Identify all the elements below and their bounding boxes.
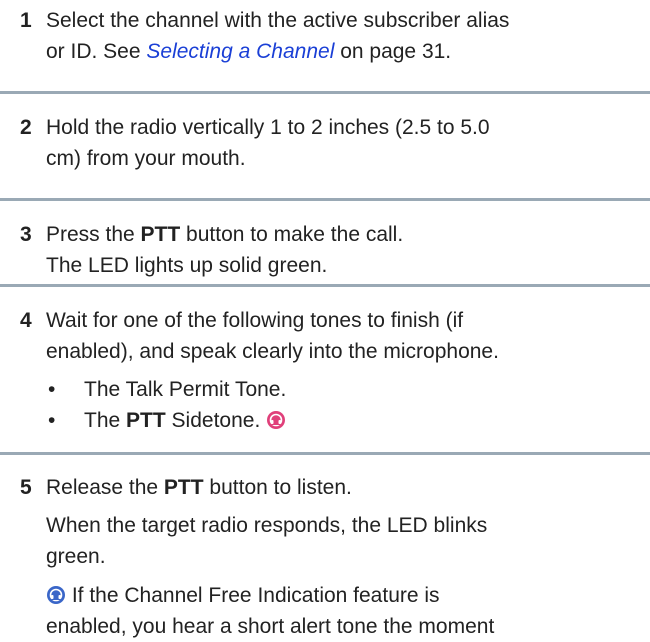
divider [0,198,650,201]
step-line: cm) from your mouth. [46,147,246,170]
step-line: Select the channel with the active subsc… [46,9,510,32]
step-line: Wait for one of the following tones to f… [46,309,464,332]
step-line: The LED lights up solid green. [46,254,328,277]
text-run: Press the [46,223,141,246]
bullet-dot: • [48,378,56,401]
para-line: If the Channel Free Indication feature i… [46,580,636,611]
step-text: Hold the radio vertically 1 to 2 inches … [46,112,630,174]
step-line: Hold the radio vertically 1 to 2 inches … [46,116,490,139]
bullet-text: The Talk Permit Tone. [84,378,287,401]
ptt-label: PTT [140,223,181,246]
divider [0,284,650,287]
para-line: green. [46,545,106,568]
divider [0,91,650,94]
text-run: on page 31. [334,40,452,63]
text-run: The [84,409,127,432]
text-run: or ID. See [46,40,147,63]
link-selecting-a-channel[interactable]: Selecting a Channel [146,40,334,63]
text-run: button to make the call. [180,223,404,246]
para-line: When the target radio responds, the LED … [46,514,488,537]
para-line: enabled, you hear a short alert tone the… [46,615,495,638]
bullet-text: The PTT Sidetone. [84,405,286,436]
text-run: Sidetone. [165,409,261,432]
bullet-dot: • [48,409,56,432]
step-text: Press the PTT button to make the call. T… [46,219,630,281]
step-text: Select the channel with the active subsc… [46,5,630,67]
step-line: or ID. See Selecting a Channel on page 3… [46,36,630,67]
response-paragraph: When the target radio responds, the LED … [46,510,636,572]
step-line: enabled), and speak clearly into the mic… [46,340,499,363]
step-text: Wait for one of the following tones to f… [46,305,630,367]
sidetone-feature-icon [267,411,286,429]
step-text: Release the PTT button to listen. [46,472,630,503]
ptt-label: PTT [126,409,166,432]
step-line: Press the PTT button to make the call. [46,219,630,250]
text-run: button to listen. [203,476,352,499]
text-run: If the Channel Free Indication feature i… [66,584,440,607]
channel-free-note: If the Channel Free Indication feature i… [46,580,636,642]
step-line: Release the PTT button to listen. [46,472,630,503]
text-run: Release the [46,476,164,499]
ptt-label: PTT [163,476,204,499]
channel-free-indication-icon [47,586,65,604]
divider [0,452,650,455]
